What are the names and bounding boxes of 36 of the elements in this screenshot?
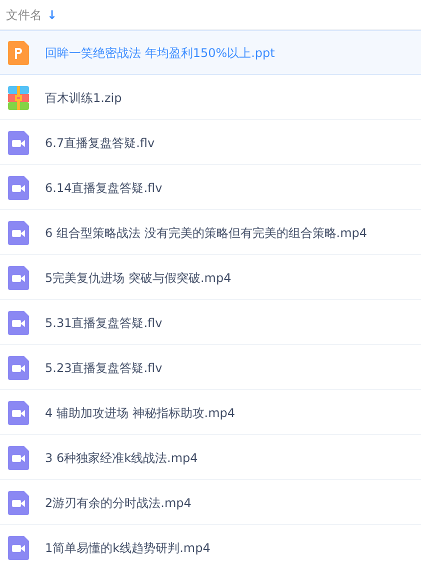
file-name: 6 组合型策略战法 没有完美的策略但有完美的组合策略.mp4: [45, 224, 368, 242]
video-file-icon: [8, 176, 29, 200]
file-name: 回眸一笑绝密战法 年均盈利150%以上.ppt: [45, 44, 275, 62]
file-name: 百木训练1.zip: [45, 90, 122, 106]
archive-file-icon: [8, 86, 29, 110]
file-row[interactable]: 百木训练1.zip: [0, 75, 421, 120]
file-name: 5完美复仇进场 突破与假突破.mp4: [45, 270, 232, 286]
file-name: 3 6种独家经准k线战法.mp4: [45, 450, 198, 466]
file-row[interactable]: 1简单易懂的k线趋势研判.mp4: [0, 525, 421, 566]
file-name: 5.23直播复盘答疑.flv: [45, 360, 162, 376]
video-file-icon: [8, 490, 29, 514]
video-file-icon: [8, 400, 29, 424]
file-name: 1简单易懂的k线趋势研判.mp4: [45, 540, 210, 556]
file-row[interactable]: 5.23直播复盘答疑.flv: [0, 345, 421, 390]
presentation-file-icon: [8, 40, 29, 64]
file-name: 6.14直播复盘答疑.flv: [45, 180, 162, 196]
video-file-icon: [8, 356, 29, 380]
file-name: 2游刃有余的分时战法.mp4: [45, 494, 192, 512]
file-row[interactable]: 3 6种独家经准k线战法.mp4: [0, 435, 421, 480]
video-file-icon: [8, 310, 29, 334]
file-name: 5.31直播复盘答疑.flv: [45, 314, 162, 332]
file-row[interactable]: 6 组合型策略战法 没有完美的策略但有完美的组合策略.mp4: [0, 210, 421, 255]
video-file-icon: [8, 266, 29, 290]
video-file-icon: [8, 130, 29, 154]
file-row[interactable]: 2游刃有余的分时战法.mp4: [0, 480, 421, 525]
video-file-icon: [8, 220, 29, 244]
column-header[interactable]: 文件名: [6, 6, 42, 24]
file-name: 6.7直播复盘答疑.flv: [45, 134, 155, 152]
file-row[interactable]: 5.31直播复盘答疑.flv: [0, 300, 421, 345]
file-row[interactable]: 5完美复仇进场 突破与假突破.mp4: [0, 255, 421, 300]
file-row[interactable]: 6.14直播复盘答疑.flv: [0, 165, 421, 210]
video-file-icon: [8, 446, 29, 470]
file-row[interactable]: 6.7直播复盘答疑.flv: [0, 120, 421, 165]
file-name: 4 辅助加攻进场 神秘指标助攻.mp4: [45, 404, 236, 422]
video-file-icon: [8, 536, 29, 560]
file-row[interactable]: 4 辅助加攻进场 神秘指标助攻.mp4: [0, 390, 421, 435]
